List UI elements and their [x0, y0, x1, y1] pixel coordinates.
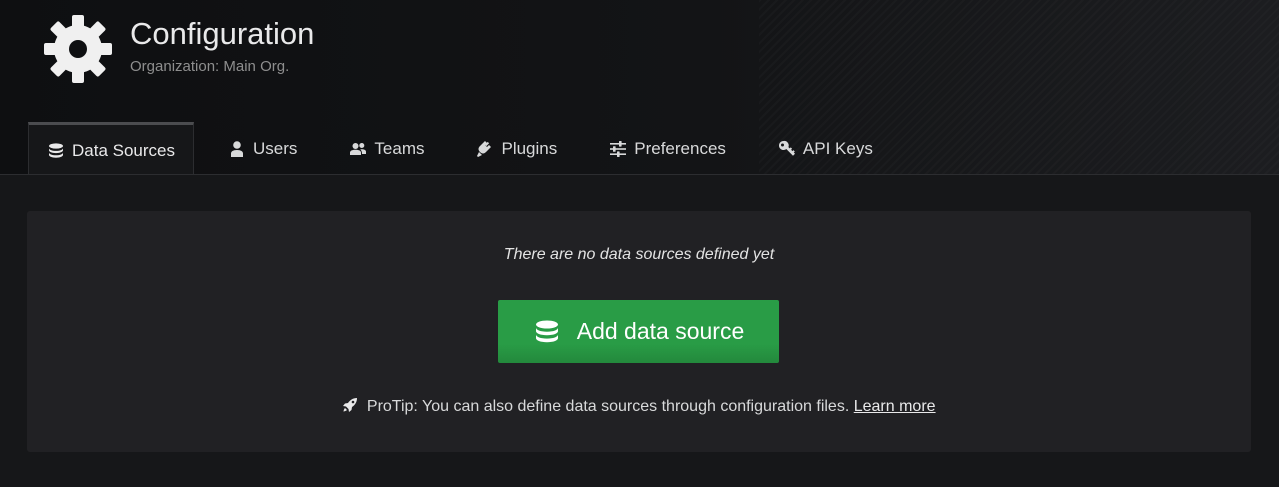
- page-subtitle: Organization: Main Org.: [130, 58, 290, 75]
- tab-label: API Keys: [802, 138, 873, 158]
- gear-icon: [42, 13, 114, 85]
- add-data-source-label: Add data source: [576, 318, 745, 344]
- database-icon: [533, 318, 561, 346]
- plug-icon: [476, 140, 494, 158]
- sliders-icon: [609, 140, 627, 158]
- tab-preferences[interactable]: Preferences: [591, 122, 744, 174]
- users-icon: [349, 140, 367, 158]
- page-header: Configuration Organization: Main Org. Da…: [0, 0, 1279, 175]
- tab-api-keys[interactable]: API Keys: [760, 122, 891, 174]
- tab-data-sources[interactable]: Data Sources: [28, 122, 194, 174]
- key-icon: [778, 140, 796, 158]
- user-icon: [228, 140, 246, 158]
- protip: ProTip: You can also define data sources…: [27, 397, 1251, 416]
- rocket-icon: [342, 397, 358, 413]
- tab-label: Plugins: [501, 138, 558, 158]
- tab-label: Users: [253, 138, 298, 158]
- tab-users[interactable]: Users: [210, 122, 315, 174]
- empty-state-panel: There are no data sources defined yet Ad…: [27, 211, 1251, 452]
- protip-text: ProTip: You can also define data sources…: [366, 398, 850, 415]
- config-tabs: Data Sources Users Teams Plugins Prefere…: [28, 122, 891, 174]
- tab-label: Data Sources: [72, 140, 175, 160]
- tab-teams[interactable]: Teams: [331, 122, 442, 174]
- tab-plugins[interactable]: Plugins: [458, 122, 575, 174]
- page-title: Configuration: [130, 16, 315, 51]
- tab-label: Teams: [374, 138, 425, 158]
- learn-more-link[interactable]: Learn more: [854, 398, 936, 415]
- tab-label: Preferences: [634, 138, 726, 158]
- add-data-source-button[interactable]: Add data source: [498, 300, 779, 363]
- empty-state-message: There are no data sources defined yet: [503, 246, 775, 263]
- database-icon: [47, 142, 65, 160]
